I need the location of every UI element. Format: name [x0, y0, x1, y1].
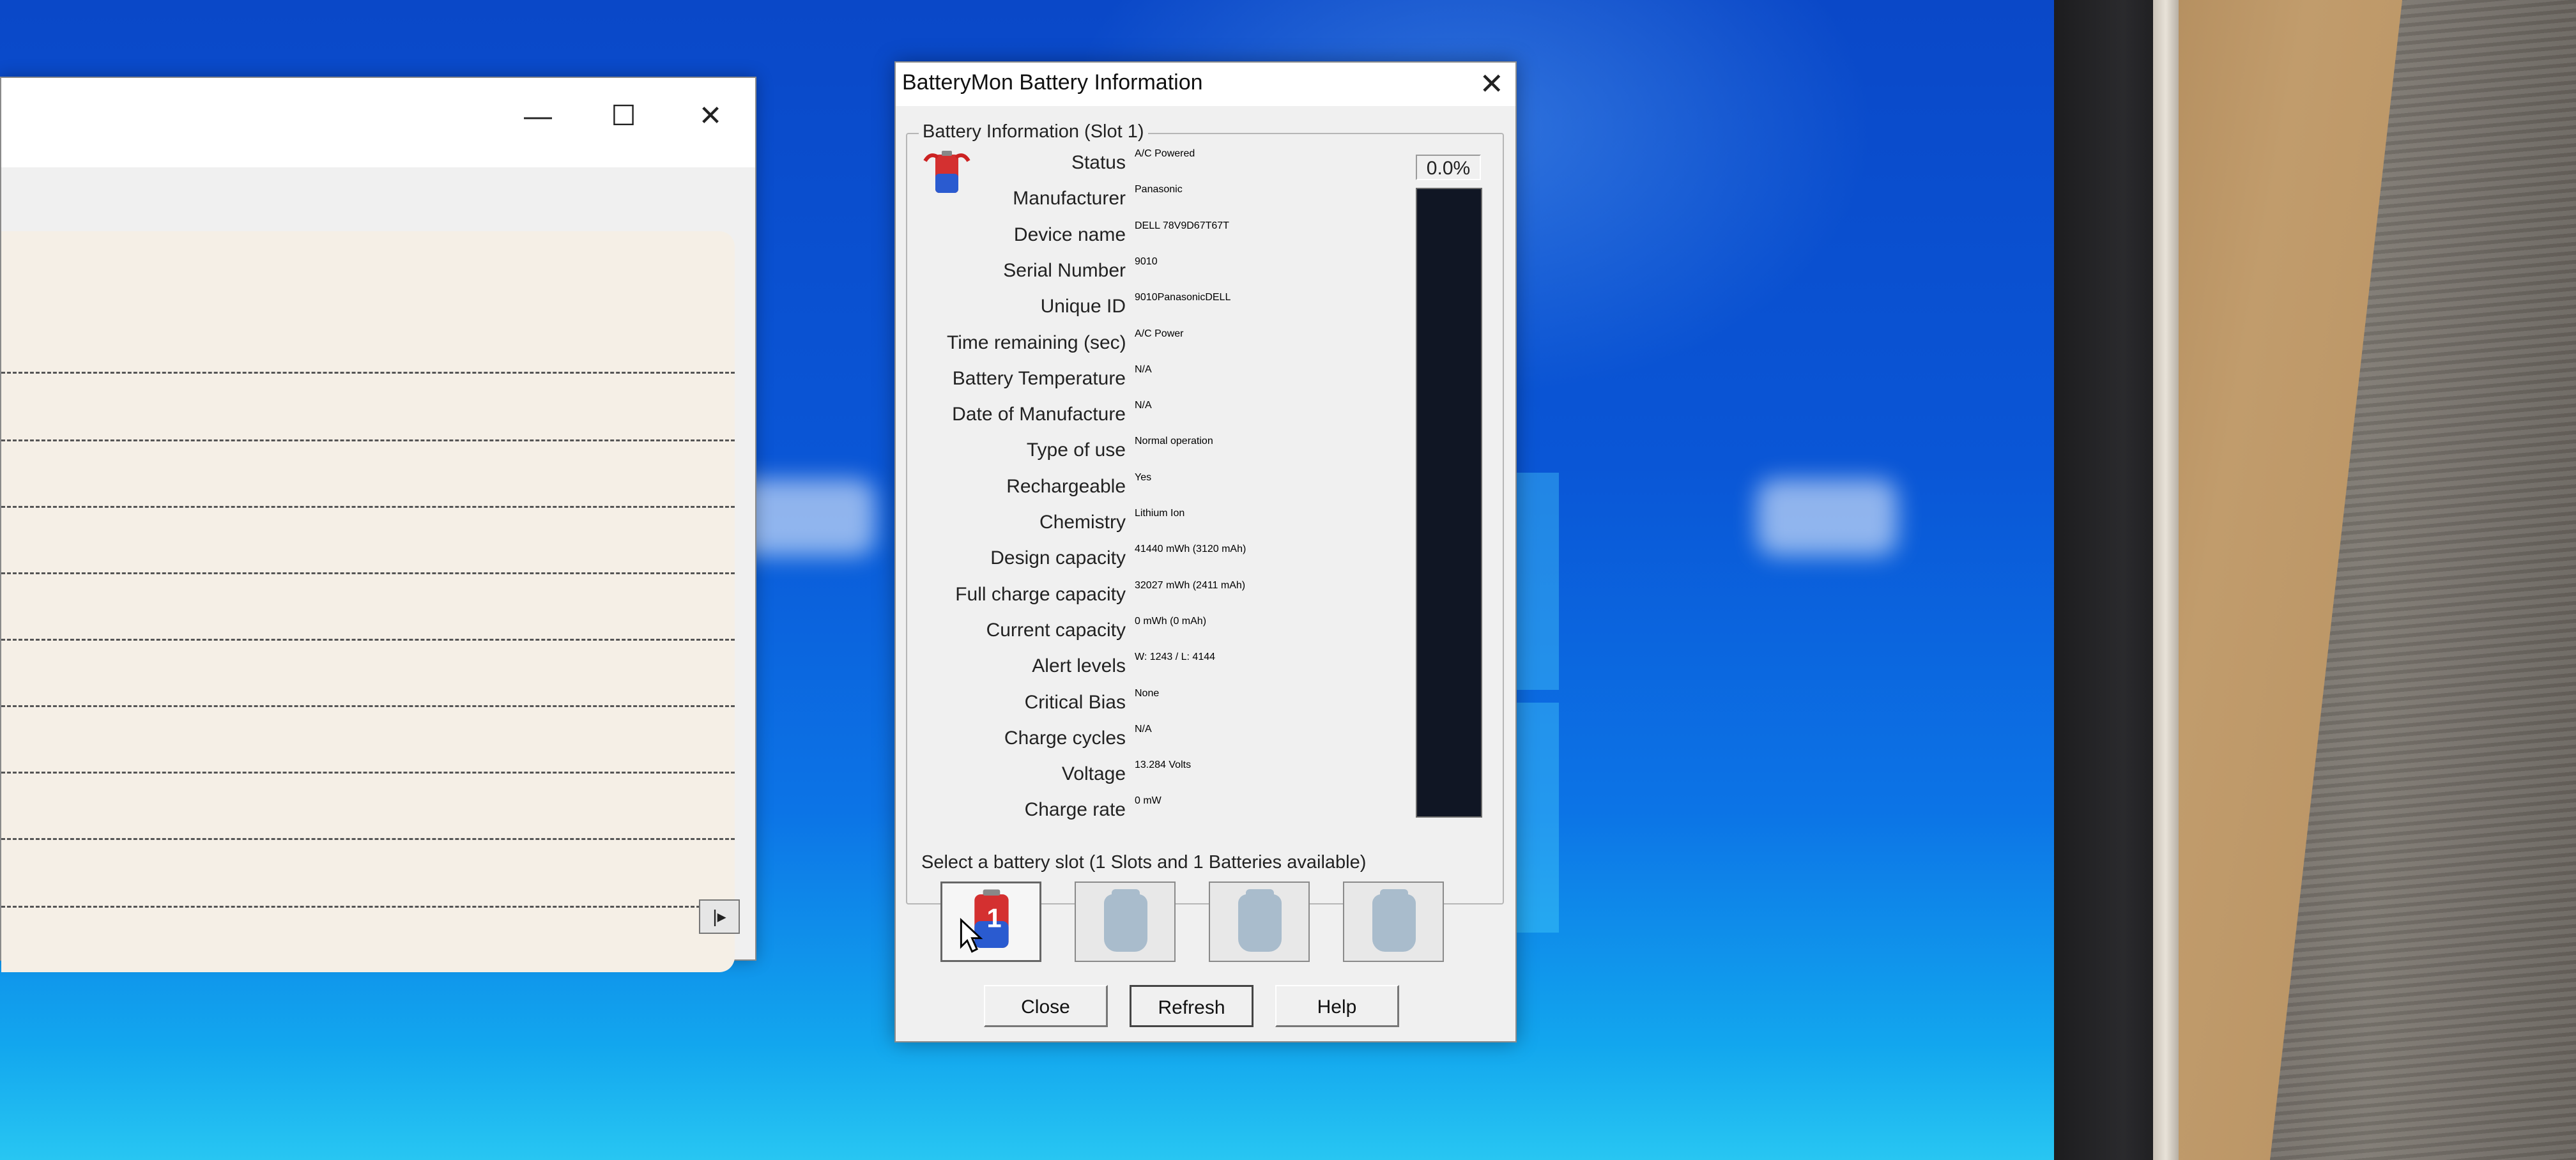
field-value: Lithium Ion [1135, 508, 1185, 519]
field-label: Alert levels [1032, 655, 1126, 677]
dashed-line [1, 639, 735, 641]
field-label: Date of Manufacture [952, 404, 1126, 425]
field-label: Device name [1013, 224, 1126, 245]
field-value: Normal operation [1135, 436, 1213, 447]
empty-battery-icon [1372, 889, 1416, 952]
empty-battery-icon [1104, 889, 1147, 952]
charge-percent: 0.0% [1416, 155, 1481, 180]
field-label: Voltage [1061, 763, 1126, 785]
background-window: — ☐ ✕ |▸ [0, 77, 756, 972]
field-label: Battery Temperature [952, 367, 1126, 389]
field-label: Design capacity [990, 547, 1126, 569]
dialog-titlebar: BatteryMon Battery Information ✕ [896, 63, 1515, 106]
field-value: A/C Power [1135, 328, 1184, 339]
battery-info-group-label: Battery Information (Slot 1) [919, 121, 1148, 142]
dashed-line [1, 705, 735, 707]
battery-slot-2[interactable] [1075, 881, 1176, 962]
field-label: Type of use [1026, 439, 1126, 461]
battery-slot-3[interactable] [1209, 881, 1310, 962]
dashed-line [1, 838, 735, 840]
dashed-line [1, 772, 735, 774]
dashed-line [1, 572, 735, 574]
empty-battery-icon [1238, 889, 1282, 952]
field-value: None [1135, 687, 1160, 699]
field-value: 9010PanasonicDELL [1135, 292, 1231, 303]
field-label: Current capacity [986, 619, 1126, 641]
field-value: A/C Powered [1135, 148, 1195, 159]
field-label: Charge cycles [1004, 727, 1126, 749]
field-value: 32027 mWh (2411 mAh) [1135, 579, 1246, 591]
minimize-icon[interactable]: — [519, 97, 557, 135]
dashed-line [1, 906, 735, 908]
battery-slot-1-icon: 1 [960, 889, 1009, 953]
dashed-line [1, 506, 735, 508]
field-label: Unique ID [1040, 296, 1126, 317]
laptop-edge [2153, 0, 2179, 1160]
field-label: Time remaining (sec) [947, 332, 1126, 353]
background-window-titlebar: — ☐ ✕ [1, 78, 755, 167]
background-window-content [1, 231, 735, 972]
slot-number: 1 [986, 903, 1001, 933]
field-value: Yes [1135, 471, 1152, 483]
battery-slot-4[interactable] [1343, 881, 1444, 962]
field-value: DELL 78V9D67T67T [1135, 220, 1229, 231]
scroll-right-button[interactable]: |▸ [699, 899, 740, 934]
dashed-line [1, 372, 735, 374]
field-label: Rechargeable [1006, 475, 1126, 497]
dashed-line [1, 439, 735, 441]
charge-level-bar [1416, 188, 1482, 818]
field-label: Chemistry [1039, 512, 1126, 533]
field-value: Panasonic [1135, 184, 1183, 195]
batterymon-dialog: BatteryMon Battery Information ✕ Battery… [894, 61, 1517, 1042]
field-label: Status [1071, 152, 1126, 173]
field-label: Charge rate [1024, 799, 1126, 821]
screen-glare [1757, 479, 1897, 556]
field-label: Serial Number [1003, 259, 1126, 281]
battery-slot-group-label: Select a battery slot (1 Slots and 1 Bat… [917, 852, 1370, 873]
close-button[interactable]: Close [984, 985, 1108, 1027]
field-label: Critical Bias [1024, 691, 1126, 713]
field-value: 0 mW [1135, 795, 1162, 807]
field-value: 41440 mWh (3120 mAh) [1135, 544, 1246, 555]
field-value: W: 1243 / L: 4144 [1135, 652, 1216, 663]
close-icon[interactable]: ✕ [691, 97, 730, 135]
field-value: 0 mWh (0 mAh) [1135, 615, 1207, 627]
field-value: N/A [1135, 363, 1152, 375]
battery-slot-1[interactable]: 1 [940, 881, 1041, 962]
field-value: N/A [1135, 723, 1152, 735]
close-icon[interactable]: ✕ [1479, 66, 1504, 101]
dialog-title: BatteryMon Battery Information [902, 70, 1203, 95]
field-value: N/A [1135, 400, 1152, 411]
field-label: Manufacturer [1013, 188, 1126, 210]
field-label: Full charge capacity [955, 583, 1126, 605]
maximize-icon[interactable]: ☐ [604, 97, 643, 135]
field-value: 9010 [1135, 256, 1158, 267]
refresh-button[interactable]: Refresh [1130, 985, 1254, 1027]
help-button[interactable]: Help [1275, 985, 1399, 1027]
field-value: 13.284 Volts [1135, 759, 1192, 771]
